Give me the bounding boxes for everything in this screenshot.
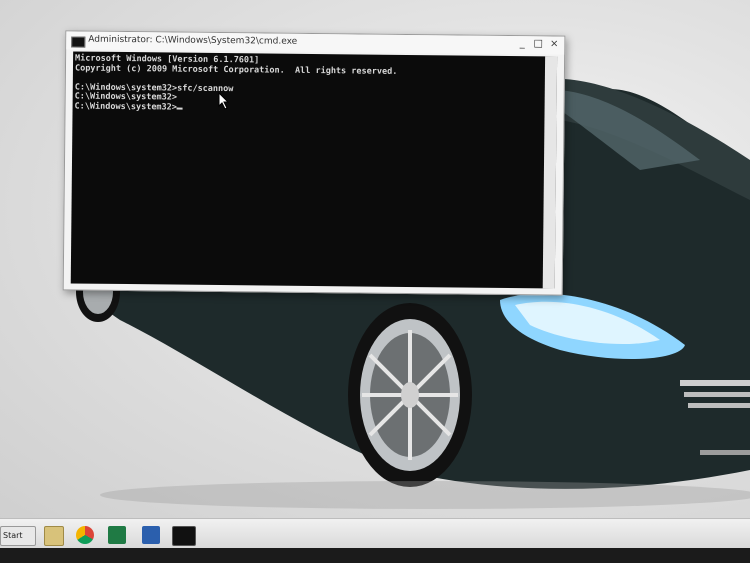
car-front-wheel: [348, 303, 472, 487]
mouse-pointer-icon: [218, 92, 230, 110]
text-cursor: [176, 107, 183, 110]
start-button[interactable]: Start: [0, 526, 36, 546]
excel-icon[interactable]: [108, 526, 126, 544]
monitor-bezel: [0, 548, 750, 563]
maximize-button[interactable]: □: [532, 38, 544, 50]
desktop: Administrator: C:\Windows\System32\cmd.e…: [0, 0, 750, 523]
close-button[interactable]: ×: [548, 38, 560, 50]
explorer-icon[interactable]: [44, 526, 64, 546]
cmd-window[interactable]: Administrator: C:\Windows\System32\cmd.e…: [62, 30, 566, 296]
title-bar[interactable]: Administrator: C:\Windows\System32\cmd.e…: [66, 31, 565, 55]
console-area[interactable]: Microsoft Windows [Version 6.1.7601] Cop…: [70, 51, 558, 289]
console-line: Copyright (c) 2009 Microsoft Corporation…: [74, 62, 398, 77]
cmd-icon[interactable]: [172, 526, 196, 546]
console-text: Microsoft Windows [Version 6.1.7601] Cop…: [74, 53, 398, 114]
window-controls: _ □ ×: [516, 38, 560, 50]
chrome-icon[interactable]: [76, 526, 94, 544]
taskbar: Start: [0, 518, 750, 549]
minimize-button[interactable]: _: [516, 38, 528, 50]
window-title: Administrator: C:\Windows\System32\cmd.e…: [88, 34, 298, 47]
console-line: C:\Windows\system32>: [74, 100, 177, 113]
word-icon[interactable]: [142, 526, 160, 544]
cmd-icon: [71, 36, 86, 48]
